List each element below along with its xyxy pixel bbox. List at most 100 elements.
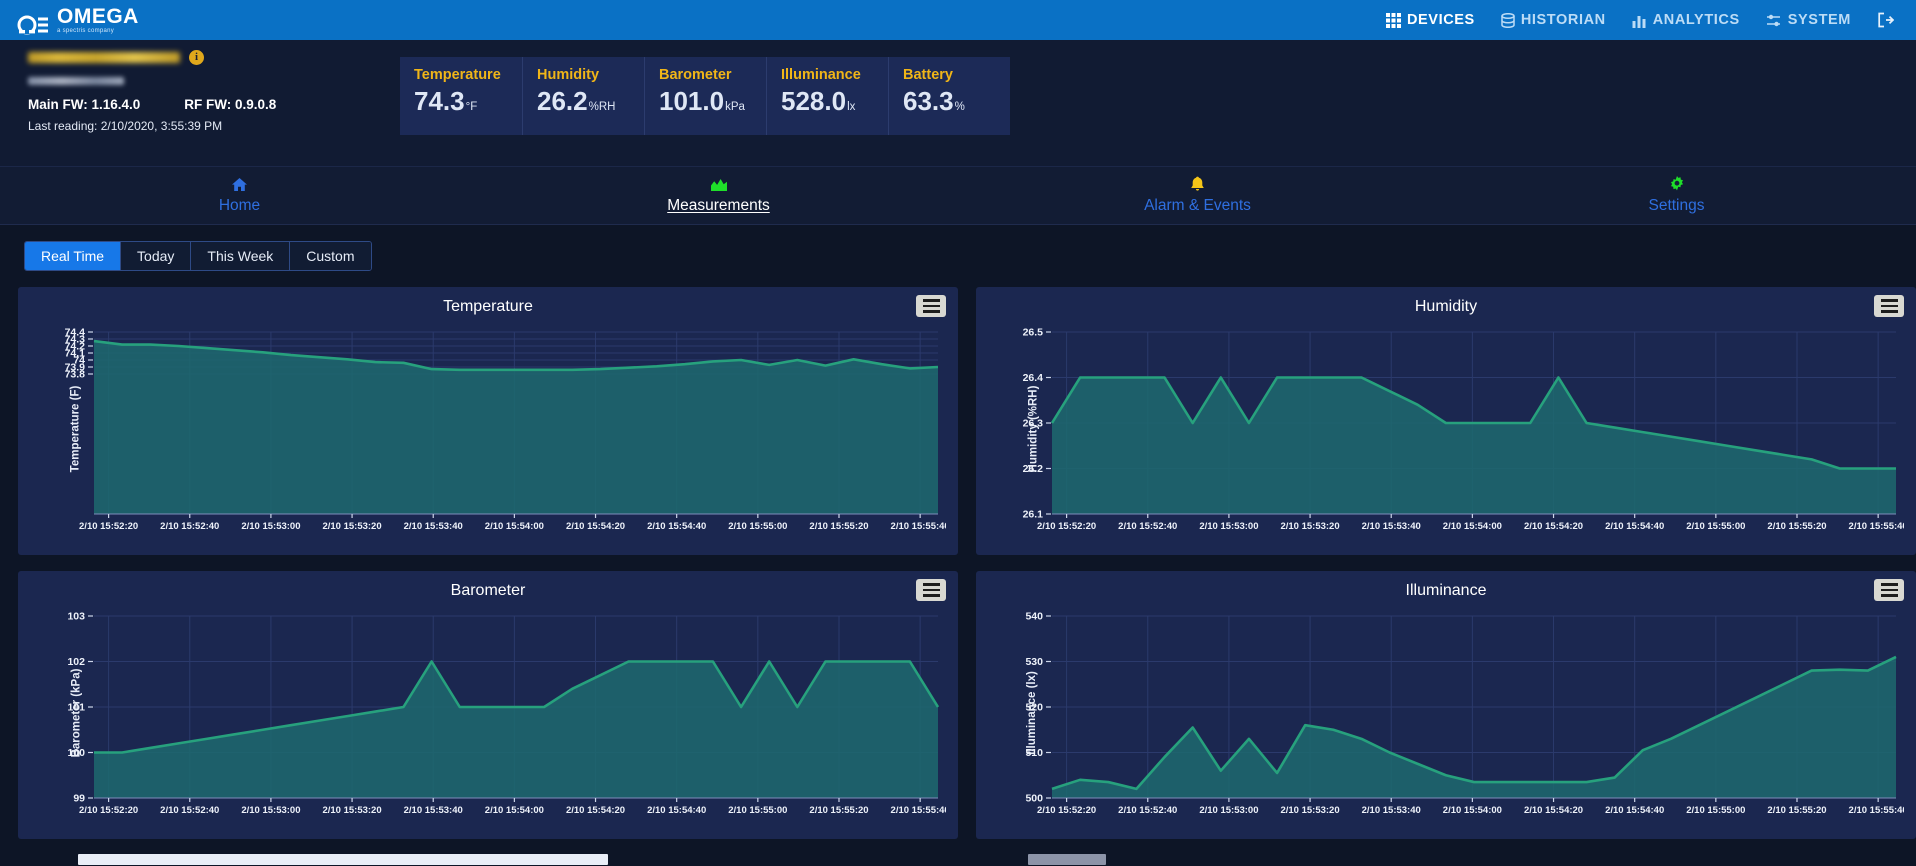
kpi-card-group: Temperature 74.3°F Humidity 26.2%RH Baro…: [400, 40, 1010, 166]
svg-text:26.4: 26.4: [1023, 372, 1044, 384]
kpi-card-temperature[interactable]: Temperature 74.3°F: [400, 57, 522, 135]
chart-title-temperature: Temperature: [443, 298, 533, 315]
kpi-card-illuminance[interactable]: Illuminance 528.0lx: [766, 57, 888, 135]
plot-svg-temperature: 73.873.97474.174.274.374.42/10 15:52:20 2…: [65, 327, 946, 533]
svg-text:2/10 15:54:20: 2/10 15:54:20: [1524, 805, 1583, 816]
tab-settings[interactable]: Settings: [1437, 176, 1916, 215]
kpi-card-battery[interactable]: Battery 63.3%: [888, 57, 1010, 135]
nav-label-historian: HISTORIAN: [1520, 12, 1606, 28]
svg-text:26.1: 26.1: [1023, 509, 1044, 521]
svg-text:2/10 15:55:40: 2/10 15:55:40: [1849, 805, 1904, 816]
logout-icon: [1877, 12, 1894, 28]
section-tab-bar: Home Measurements Alarm & Events Setting…: [0, 167, 1916, 225]
svg-text:2/10 15:52:40: 2/10 15:52:40: [1118, 805, 1177, 816]
plot-area-temperature[interactable]: Temperature (F) 73.8 73.9 74 74.1 74.2 74.3 74…: [28, 318, 948, 540]
svg-text:102: 102: [67, 656, 85, 668]
hamburger-icon[interactable]: [1874, 579, 1904, 601]
svg-text:2/10 15:54:20: 2/10 15:54:20: [566, 521, 625, 532]
nav-label-analytics: ANALYTICS: [1652, 12, 1740, 28]
chart-card-barometer: Barometer Barometer (kPa) 99 100 101 102 103…: [18, 571, 958, 839]
svg-text:500: 500: [1025, 793, 1043, 805]
rf-firmware-version: RF FW: 0.9.0.8: [184, 97, 277, 112]
tab-home[interactable]: Home: [0, 177, 479, 215]
range-button-this-week[interactable]: This Week: [190, 242, 290, 270]
nav-item-system[interactable]: SYSTEM: [1766, 12, 1851, 28]
tab-label-home: Home: [218, 196, 261, 214]
svg-text:2/10 15:53:20: 2/10 15:53:20: [322, 805, 381, 816]
plot-svg-barometer: 99 100 101 102 103 2/10 15:52:20 2/10 15:52:40…: [67, 611, 946, 817]
svg-text:510: 510: [1025, 747, 1043, 759]
svg-text:2/10 15:54:40: 2/10 15:54:40: [647, 521, 706, 532]
svg-text:2/10 15:53:00: 2/10 15:53:00: [241, 521, 300, 532]
main-firmware-version: Main FW: 1.16.4.0: [28, 97, 141, 112]
svg-text:2/10 15:53:00: 2/10 15:53:00: [1199, 521, 1258, 532]
tab-label-measurements: Measurements: [667, 196, 770, 214]
hamburger-icon[interactable]: [1874, 295, 1904, 317]
svg-text:540: 540: [1025, 611, 1043, 623]
logo-wordmark: OMEGA: [57, 5, 139, 28]
nav-item-historian[interactable]: HISTORIAN: [1501, 12, 1606, 28]
horizontal-scrollbar[interactable]: [0, 852, 1916, 866]
plot-area-humidity[interactable]: Humidity (%RH) 26.1 26.2 26.3 26.4 26.5 2/10 …: [986, 318, 1906, 540]
kpi-label-barometer: Barometer: [659, 67, 732, 83]
range-button-real-time[interactable]: Real Time: [25, 242, 121, 270]
tab-alarm-events[interactable]: Alarm & Events: [958, 176, 1437, 215]
hamburger-icon[interactable]: [916, 579, 946, 601]
svg-text:2/10 15:53:20: 2/10 15:53:20: [1280, 521, 1339, 532]
hamburger-icon[interactable]: [916, 295, 946, 317]
svg-text:99: 99: [73, 793, 85, 805]
plot-area-illuminance[interactable]: Illuminance (lx) 500 510 520 530 540 2/10 15:…: [986, 602, 1906, 824]
svg-text:2/10 15:54:40: 2/10 15:54:40: [1605, 521, 1664, 532]
plot-svg-humidity: 26.1 26.2 26.3 26.4 26.5 2/10 15:52:20 2/10 15…: [1023, 327, 1904, 533]
top-navigation: DEVICES HISTORIAN ANALYTICS SYSTEM: [1385, 12, 1894, 28]
device-summary-strip: i Main FW: 1.16.4.0 RF FW: 0.9.0.8 Last …: [0, 40, 1916, 167]
omega-mark-icon: [16, 15, 50, 35]
svg-text:2/10 15:52:40: 2/10 15:52:40: [160, 521, 219, 532]
svg-text:2/10 15:54:20: 2/10 15:54:20: [1524, 521, 1583, 532]
chart-title-barometer: Barometer: [450, 582, 526, 599]
bar-chart-icon: [1632, 13, 1647, 28]
range-button-today[interactable]: Today: [120, 242, 191, 270]
kpi-card-barometer[interactable]: Barometer 101.0kPa: [644, 57, 766, 135]
nav-label-devices: DEVICES: [1406, 12, 1475, 28]
svg-text:2/10 15:52:20: 2/10 15:52:20: [1037, 805, 1096, 816]
svg-text:2/10 15:55:20: 2/10 15:55:20: [1767, 521, 1826, 532]
plot-area-barometer[interactable]: Barometer (kPa) 99 100 101 102 103 2/10 15:52…: [28, 602, 948, 824]
svg-text:2/10 15:54:20: 2/10 15:54:20: [566, 805, 625, 816]
svg-text:2/10 15:55:40: 2/10 15:55:40: [891, 521, 946, 532]
chart-icon: [710, 177, 728, 196]
svg-text:26.2: 26.2: [1023, 463, 1044, 475]
sliders-icon: [1766, 13, 1782, 28]
chart-title-humidity: Humidity: [1414, 298, 1478, 315]
tab-measurements[interactable]: Measurements: [479, 177, 958, 215]
chart-card-humidity: Humidity Humidity (%RH) 26.1 26.2 26.3 26.4…: [976, 287, 1916, 555]
kpi-card-humidity[interactable]: Humidity 26.2%RH: [522, 57, 644, 135]
device-name-redacted: [28, 51, 180, 63]
svg-text:2/10 15:55:20: 2/10 15:55:20: [1767, 805, 1826, 816]
kpi-value-battery: 63.3: [903, 86, 954, 116]
logout-button[interactable]: [1877, 12, 1894, 28]
svg-text:101: 101: [67, 702, 85, 714]
time-range-bar: Real Time Today This Week Custom: [0, 225, 1916, 287]
home-icon: [231, 177, 248, 196]
svg-text:2/10 15:52:20: 2/10 15:52:20: [79, 805, 138, 816]
plot-svg-illuminance: 500 510 520 530 540 2/10 15:52:20 2/10 15:52:4…: [1025, 611, 1904, 817]
nav-item-devices[interactable]: DEVICES: [1385, 12, 1475, 28]
kpi-label-temperature: Temperature: [414, 67, 501, 83]
svg-text:2/10 15:55:00: 2/10 15:55:00: [728, 521, 787, 532]
info-icon[interactable]: i: [189, 49, 204, 65]
kpi-label-illuminance: Illuminance: [781, 67, 861, 83]
time-range-button-group: Real Time Today This Week Custom: [24, 241, 372, 271]
range-button-custom[interactable]: Custom: [289, 242, 371, 270]
svg-text:2/10 15:55:20: 2/10 15:55:20: [809, 521, 868, 532]
tab-label-settings: Settings: [1648, 197, 1705, 214]
scrollbar-thumb-right[interactable]: [1028, 854, 1106, 865]
scrollbar-thumb-left[interactable]: [78, 854, 608, 865]
nav-item-analytics[interactable]: ANALYTICS: [1632, 12, 1740, 28]
svg-text:2/10 15:53:00: 2/10 15:53:00: [241, 805, 300, 816]
database-icon: [1501, 12, 1515, 28]
top-app-bar: OMEGA a spectris company DEVICES HISTORI…: [0, 0, 1916, 40]
svg-text:2/10 15:53:40: 2/10 15:53:40: [1362, 521, 1421, 532]
svg-text:26.5: 26.5: [1023, 327, 1044, 339]
bell-icon: [1190, 176, 1205, 196]
